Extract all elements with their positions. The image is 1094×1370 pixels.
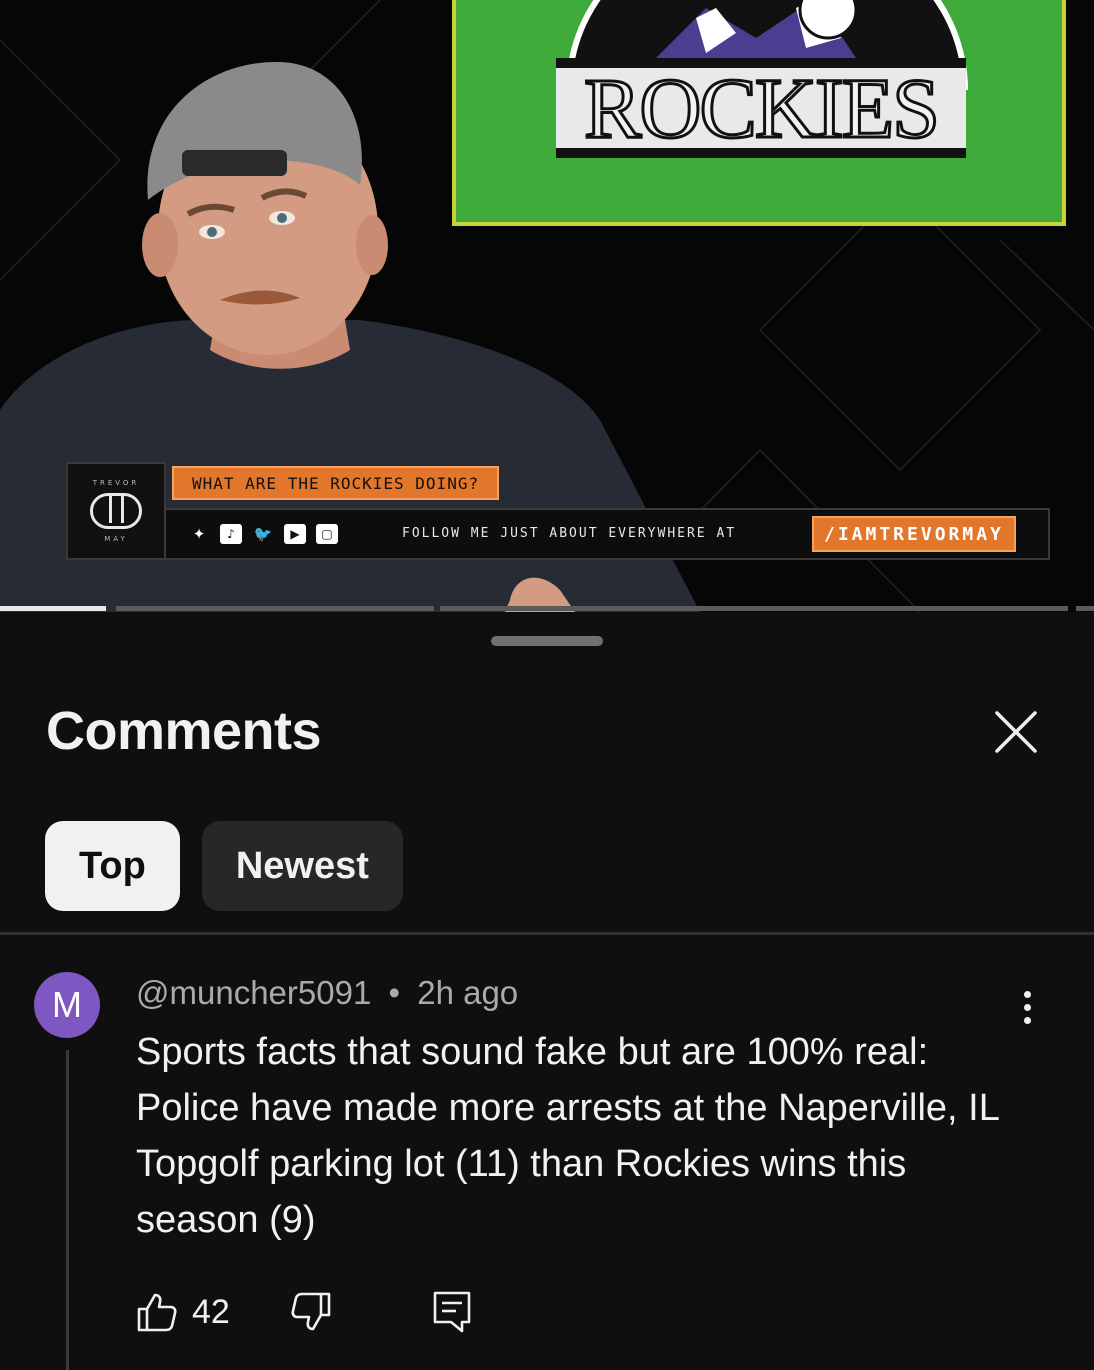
social-icons: ✦ ♪ 🐦 ▶ ▢: [188, 524, 338, 544]
like-button[interactable]: 42: [136, 1291, 230, 1333]
thumbs-down-icon: [291, 1292, 331, 1331]
bluesky-icon: ✦: [192, 525, 206, 543]
video-player[interactable]: C O ROCKIES TREVOR MAY WHAT ARE THE ROCK…: [0, 0, 1094, 612]
chapter-segment[interactable]: [1076, 606, 1094, 611]
chip-top[interactable]: Top: [45, 821, 180, 911]
chapter-segment[interactable]: [116, 606, 434, 611]
like-count: 42: [192, 1292, 230, 1331]
more-dot: [1023, 991, 1031, 998]
trevor-may-logo: TREVOR MAY: [66, 462, 166, 560]
social-row: ✦ ♪ 🐦 ▶ ▢ FOLLOW ME JUST ABOUT EVERYWHER…: [166, 508, 1050, 560]
tm-logo-icon: [90, 493, 142, 529]
video-topic-label: WHAT ARE THE ROCKIES DOING?: [172, 466, 500, 500]
reply-button[interactable]: [432, 1290, 472, 1334]
comment-actions: 42: [136, 1290, 472, 1334]
thread-line: [66, 1050, 69, 1370]
reply-icon: [433, 1291, 471, 1333]
more-dot: [1023, 1017, 1031, 1024]
avatar[interactable]: M: [34, 972, 100, 1038]
chip-newest[interactable]: Newest: [201, 821, 403, 911]
comments-title: Comments: [46, 701, 322, 761]
comment-time: 2h ago: [417, 974, 519, 1011]
social-handle: /IAMTREVORMAY: [812, 516, 1016, 552]
chapter-segment[interactable]: [440, 606, 1068, 611]
more-dot: [1023, 1004, 1031, 1011]
sort-chips: Top Newest: [45, 821, 403, 911]
twitter-icon: 🐦: [253, 525, 273, 543]
tiktok-icon: ♪: [220, 524, 242, 544]
meta-separator: •: [388, 974, 401, 1011]
brand-bottom-text: MAY: [104, 535, 128, 543]
dislike-button[interactable]: [290, 1291, 332, 1333]
drag-handle[interactable]: [491, 636, 603, 646]
brand-top-text: TREVOR: [92, 479, 140, 487]
lower-third-banner: TREVOR MAY WHAT ARE THE ROCKIES DOING? ✦…: [66, 462, 1050, 562]
follow-text: FOLLOW ME JUST ABOUT EVERYWHERE AT: [402, 526, 737, 541]
comments-panel: Comments Top Newest M @muncher5091 • 2h …: [0, 612, 1094, 1370]
close-button[interactable]: [986, 702, 1046, 762]
chapter-segment[interactable]: [0, 606, 106, 611]
youtube-icon: ▶: [284, 524, 306, 544]
thumbs-up-icon: [137, 1293, 177, 1332]
close-icon: [995, 711, 1037, 753]
twitch-icon: ▢: [316, 524, 338, 544]
divider: [0, 932, 1094, 935]
comment-meta: @muncher5091 • 2h ago: [136, 974, 518, 1012]
comment-text: Sports facts that sound fake but are 100…: [136, 1031, 999, 1241]
comment-author[interactable]: @muncher5091: [136, 974, 371, 1011]
